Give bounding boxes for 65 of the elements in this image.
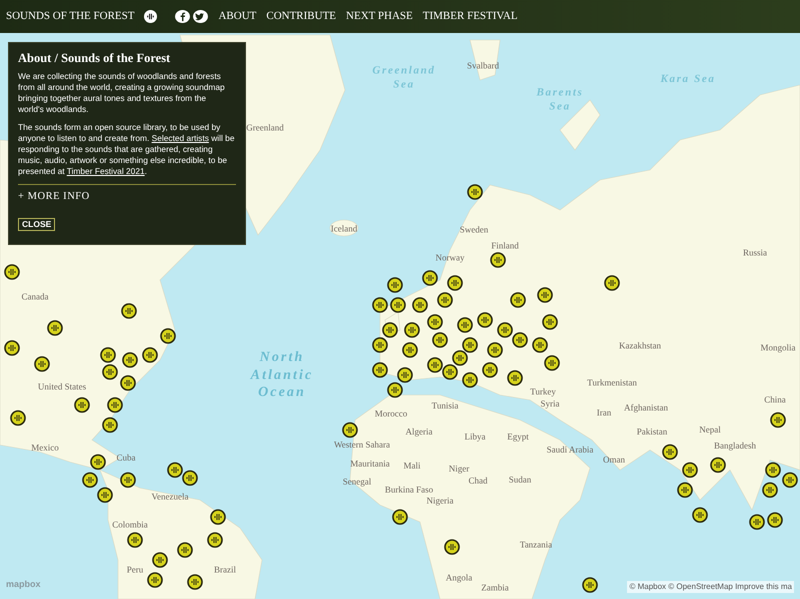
map-label: Greenland Sea bbox=[371, 64, 437, 92]
map-label: Bangladesh bbox=[714, 439, 756, 452]
nav-link[interactable]: NEXT PHASE bbox=[346, 8, 413, 25]
map-label: Finland bbox=[491, 239, 519, 252]
map-label: Mongolia bbox=[760, 341, 796, 354]
map-label: Morocco bbox=[374, 407, 408, 420]
map-label: Syria bbox=[540, 397, 560, 410]
site-title[interactable]: SOUNDS OF THE FOREST bbox=[6, 8, 134, 25]
facebook-icon[interactable] bbox=[175, 10, 190, 23]
about-paragraph: The sounds form an open source library, to be used by anyone to listen to and create from. Selected artists will be responding to the sounds that are gathered, creating music, audio, artwork or something else incredible, to be presented at Timber Festival 2021. bbox=[18, 122, 236, 177]
map-attribution: © Mapbox © OpenStreetMap Improve this ma bbox=[627, 581, 794, 593]
panel-title: About / Sounds of the Forest bbox=[18, 51, 172, 67]
timber-festival-link[interactable]: Timber Festival 2021 bbox=[66, 166, 145, 176]
map-label: North Atlantic Ocean bbox=[249, 348, 314, 402]
map-label: Oman bbox=[603, 453, 625, 466]
map-label: Saudi Arabia bbox=[546, 443, 594, 456]
map-label: Egypt bbox=[507, 430, 529, 444]
map-label: Mali bbox=[404, 459, 420, 472]
map-label: Chad bbox=[468, 474, 488, 488]
map-label: Niger bbox=[448, 462, 470, 476]
sound-icon[interactable] bbox=[144, 10, 158, 23]
map-label: Mexico bbox=[31, 441, 59, 454]
map-label: Brazil bbox=[214, 563, 236, 576]
map-label: Algeria bbox=[406, 425, 432, 438]
map-label: China bbox=[764, 393, 786, 406]
map-label: United States bbox=[38, 380, 86, 394]
about-paragraph: We are collecting the sounds of woodlands and forests from all around the world, creating a growing soundmap bringing together aural tones and textures from the world's woodlands. bbox=[18, 70, 226, 115]
map-label: Zambia bbox=[481, 581, 509, 594]
map-label: Colombia bbox=[112, 518, 148, 532]
map-label: Svalbard bbox=[467, 59, 499, 72]
map-label: Norway bbox=[436, 251, 464, 264]
map-label: Tanzania bbox=[520, 538, 552, 552]
map-label: Libya bbox=[464, 430, 486, 444]
nav-link[interactable]: CONTRIBUTE bbox=[266, 8, 336, 25]
map-label: Sudan bbox=[508, 473, 532, 486]
map-label: Senegal bbox=[342, 475, 372, 488]
map-label: Kara Sea bbox=[659, 73, 717, 87]
map-label: Burkina Faso bbox=[384, 483, 434, 496]
map-label: Tunisia bbox=[432, 399, 458, 412]
map-label: Angola bbox=[446, 571, 472, 584]
map-label: Russia bbox=[743, 246, 767, 260]
map-label: Mauritania bbox=[350, 457, 390, 470]
twitter-icon[interactable] bbox=[193, 10, 208, 23]
more-info-link[interactable]: + MORE INFO bbox=[18, 188, 236, 204]
map-label: Cuba bbox=[116, 451, 136, 464]
selected-artists-link[interactable]: Selected artists bbox=[152, 132, 209, 143]
map-label: Pakistan bbox=[636, 425, 668, 438]
map-label: Sweden bbox=[460, 223, 488, 236]
nav-link[interactable]: TIMBER FESTIVAL bbox=[422, 8, 518, 25]
map-label: Nigeria bbox=[426, 494, 454, 508]
map-label: Afghanistan bbox=[624, 401, 668, 414]
map-label: Venezuela bbox=[152, 490, 188, 504]
close-button[interactable]: CLOSE bbox=[18, 218, 56, 232]
map-label: Canada bbox=[22, 290, 48, 304]
map-label: Barents Sea bbox=[535, 86, 584, 114]
map-label: Nepal bbox=[699, 423, 721, 436]
map-label: Iran bbox=[596, 406, 612, 420]
map-label: Western Sahara bbox=[334, 438, 390, 452]
map-label: Turkey bbox=[530, 385, 556, 398]
map-label: Turkmenistan bbox=[587, 376, 637, 390]
map-label: Iceland bbox=[330, 222, 358, 236]
map-label: Peru bbox=[126, 563, 144, 576]
nav-link[interactable]: ABOUT bbox=[218, 8, 256, 25]
map-label: Kazakhstan bbox=[619, 339, 661, 352]
map-label: Greenland bbox=[246, 121, 284, 134]
